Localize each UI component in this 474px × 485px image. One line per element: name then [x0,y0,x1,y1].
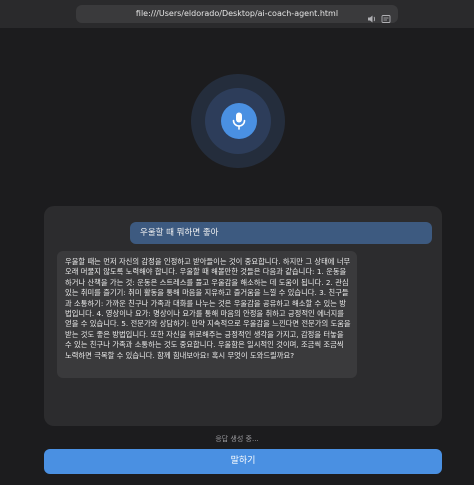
microphone-icon [232,112,246,130]
status-text: 응답 생성 중... [215,435,259,443]
chat-panel[interactable]: 우울할 때 뭐하면 좋아 우울할 때는 먼저 자신의 감정을 인정하고 받아들이… [44,206,442,426]
coach-app: 우울할 때 뭐하면 좋아 우울할 때는 먼저 자신의 감정을 인정하고 받아들이… [0,28,474,485]
address-bar[interactable]: file:///Users/eldorado/Desktop/ai-coach-… [76,5,398,23]
browser-toolbar: file:///Users/eldorado/Desktop/ai-coach-… [0,0,474,29]
assistant-message: 우울할 때는 먼저 자신의 감정을 인정하고 받아들이는 것이 중요합니다. 하… [57,251,357,378]
speaker-icon[interactable] [367,9,377,23]
reader-icon[interactable] [381,9,391,23]
microphone-button[interactable] [221,103,257,139]
user-message: 우울할 때 뭐하면 좋아 [130,222,432,244]
speak-button[interactable]: 말하기 [44,449,442,474]
